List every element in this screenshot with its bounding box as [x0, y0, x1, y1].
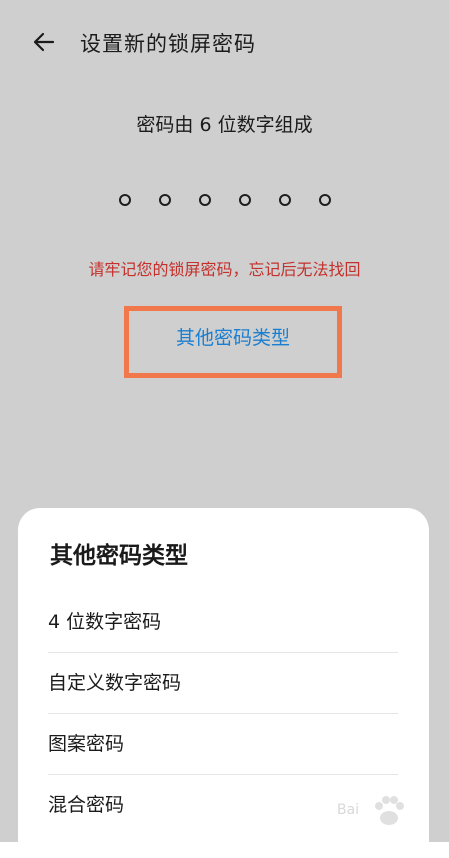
pin-dot [158, 194, 171, 206]
watermark-text: Bai [337, 802, 360, 818]
pin-dot [318, 194, 331, 206]
other-password-types-link[interactable]: 其他密码类型 [124, 306, 342, 378]
pin-dot [238, 194, 251, 206]
back-button[interactable] [26, 24, 62, 60]
option-custom-digit[interactable]: 自定义数字密码 [48, 653, 398, 714]
pin-dot [118, 194, 131, 206]
pin-dot [198, 194, 211, 206]
paw-logo-icon [375, 796, 404, 825]
option-4-digit[interactable]: 4 位数字密码 [48, 592, 398, 653]
sheet-title: 其他密码类型 [50, 543, 188, 569]
pin-dot [278, 194, 291, 206]
lock-password-screen: 设置新的锁屏密码 密码由 6 位数字组成 请牢记您的锁屏密码，忘记后无法找回 其… [0, 0, 449, 858]
pin-dots [0, 194, 449, 206]
watermark: Bai [337, 792, 427, 832]
arrow-left-icon [33, 32, 55, 52]
page-title: 设置新的锁屏密码 [80, 32, 256, 56]
other-password-types-label: 其他密码类型 [175, 326, 290, 349]
header: 设置新的锁屏密码 [0, 22, 449, 62]
option-pattern[interactable]: 图案密码 [48, 714, 398, 775]
pin-rule-text: 密码由 6 位数字组成 [136, 114, 313, 136]
warning-text: 请牢记您的锁屏密码，忘记后无法找回 [88, 260, 361, 279]
